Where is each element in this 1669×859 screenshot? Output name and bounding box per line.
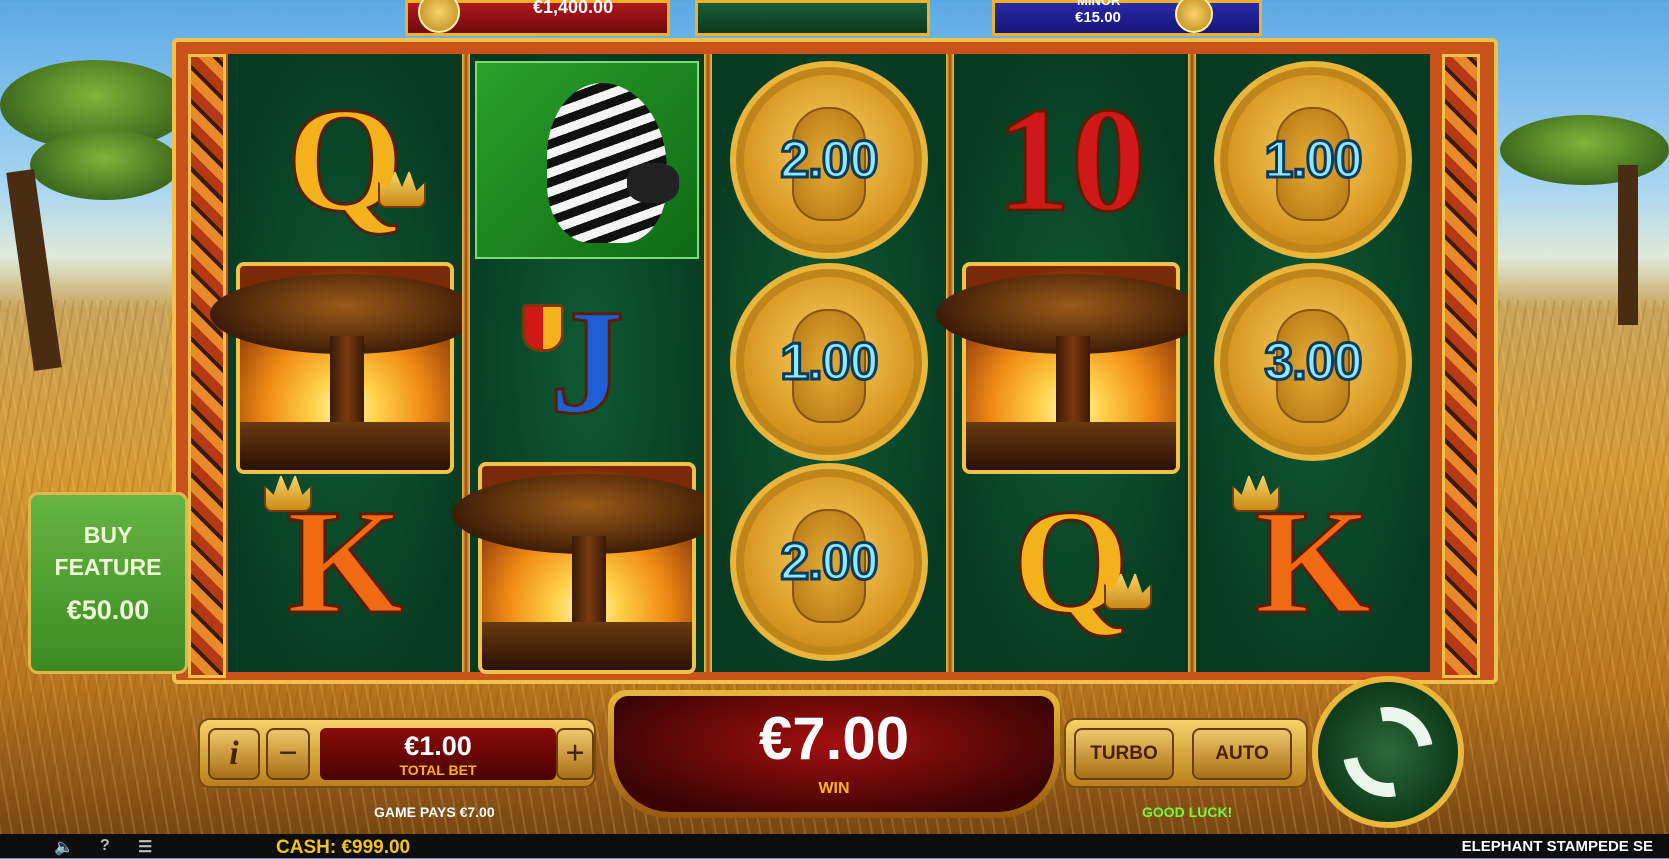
minor-jackpot-banner: MINOR €15.00 xyxy=(992,0,1262,36)
mask-coin: 2.00 xyxy=(730,61,928,259)
spin-arrows-icon xyxy=(1325,689,1451,815)
sound-icon[interactable]: 🔈 xyxy=(54,837,74,857)
mask-coin: 1.00 xyxy=(730,263,928,461)
baobab-tree-icon xyxy=(452,462,722,674)
game-name: ELEPHANT STAMPEDE SE xyxy=(1461,838,1653,855)
mask-coin: 1.00 xyxy=(1214,61,1412,259)
spin-button[interactable] xyxy=(1312,676,1464,828)
symbol-k: K xyxy=(1196,462,1430,662)
symbol-k: K xyxy=(228,462,462,662)
symbol-letter: Q xyxy=(1011,479,1131,645)
baobab-tree-icon xyxy=(936,262,1206,474)
symbol-letter: 10 xyxy=(995,77,1148,243)
jackpot-banner-left: €1,400.00 xyxy=(405,0,670,36)
jackpot-banner-middle xyxy=(695,0,930,36)
buy-feature-line1: BUY xyxy=(83,522,133,548)
symbol-mask-coin: 1.00 xyxy=(712,262,946,462)
minor-value: €15.00 xyxy=(1075,9,1121,26)
bet-increase-button[interactable]: + xyxy=(556,728,594,780)
baobab-tree-icon xyxy=(210,262,480,474)
symbol-mask-coin: 2.00 xyxy=(712,60,946,260)
shield-icon xyxy=(522,304,564,352)
buy-feature-button[interactable]: BUY FEATURE €50.00 xyxy=(28,492,188,674)
coin-value: 2.00 xyxy=(779,532,880,593)
frame-pattern-right xyxy=(1442,54,1480,678)
cash-balance: CASH: €999.00 xyxy=(276,837,411,858)
reel-separator xyxy=(704,54,712,672)
elephant-coin-icon xyxy=(1175,0,1213,33)
bet-decrease-button[interactable]: − xyxy=(266,728,310,780)
status-bar: 🔈 ? ☰ CASH: €999.00 ELEPHANT STAMPEDE SE xyxy=(0,834,1669,858)
symbol-mask-coin: 2.00 xyxy=(712,462,946,662)
frame-pattern-left xyxy=(188,54,226,678)
symbol-mask-coin: 1.00 xyxy=(1196,60,1430,260)
elephant-coin-icon xyxy=(418,0,460,33)
auto-button[interactable]: AUTO xyxy=(1192,728,1292,780)
coin-value: 1.00 xyxy=(1263,130,1364,191)
mask-coin: 3.00 xyxy=(1214,263,1412,461)
acacia-tree-right xyxy=(1500,115,1669,335)
reel-separator xyxy=(1188,54,1196,672)
symbol-baobab-tree xyxy=(210,262,480,474)
symbol-mask-coin: 3.00 xyxy=(1196,262,1430,462)
total-bet-display: €1.00 TOTAL BET xyxy=(320,728,556,780)
help-icon[interactable]: ? xyxy=(100,837,110,855)
win-amount: €7.00 xyxy=(758,705,910,772)
mask-coin: 2.00 xyxy=(730,463,928,661)
symbol-baobab-tree xyxy=(452,462,722,674)
symbol-zebra xyxy=(470,60,704,260)
zebra-icon xyxy=(475,61,699,259)
coin-value: 3.00 xyxy=(1263,332,1364,393)
win-label: WIN xyxy=(818,780,850,797)
coin-value: 1.00 xyxy=(779,332,880,393)
symbol-j: J xyxy=(470,262,704,462)
symbol-baobab-tree xyxy=(936,262,1206,474)
control-panel: TURBO AUTO xyxy=(1064,718,1308,788)
menu-icon[interactable]: ☰ xyxy=(138,837,152,857)
bet-panel: i − €1.00 TOTAL BET + xyxy=(198,718,596,788)
reel-separator xyxy=(462,54,470,672)
coin-value: 2.00 xyxy=(779,130,880,191)
game-pays-text: GAME PAYS €7.00 xyxy=(374,804,495,820)
symbol-q: Q xyxy=(954,462,1188,662)
reel-separator xyxy=(946,54,954,672)
total-bet-label: TOTAL BET xyxy=(399,762,477,778)
win-panel: €7.00 WIN xyxy=(608,690,1060,818)
symbol-q: Q xyxy=(228,60,462,260)
info-button[interactable]: i xyxy=(208,728,260,780)
status-message: GOOD LUCK! xyxy=(1142,804,1233,820)
buy-feature-price: €50.00 xyxy=(66,595,150,625)
turbo-button[interactable]: TURBO xyxy=(1074,728,1174,780)
jackpot-value: €1,400.00 xyxy=(533,0,614,17)
buy-feature-line2: FEATURE xyxy=(54,554,162,580)
symbol-10: 10 xyxy=(954,60,1188,260)
total-bet-value: €1.00 xyxy=(404,731,472,761)
minor-label: MINOR xyxy=(1077,0,1121,8)
symbol-letter: Q xyxy=(285,77,405,243)
acacia-tree-left xyxy=(0,40,190,380)
